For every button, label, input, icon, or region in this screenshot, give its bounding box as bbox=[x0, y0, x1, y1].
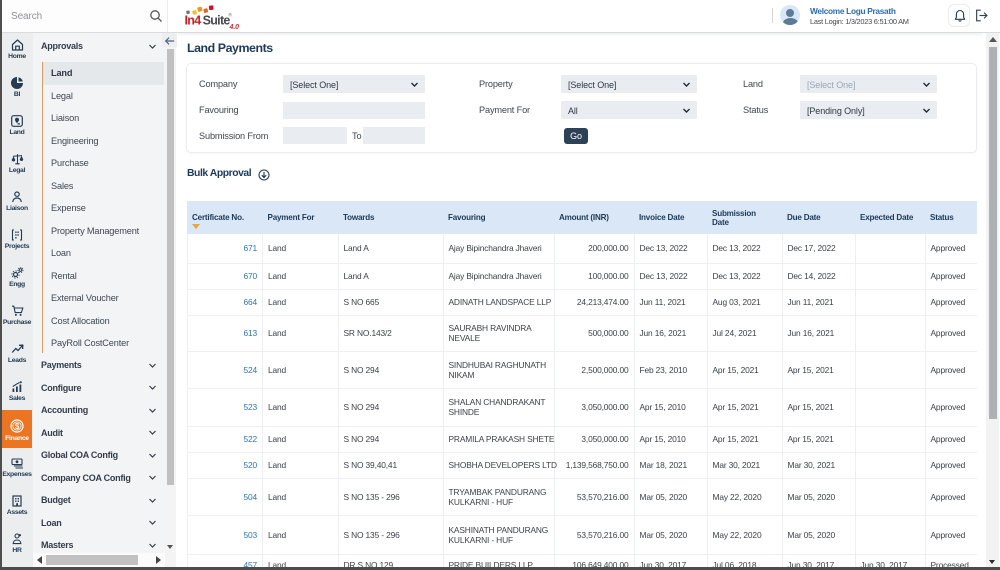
svg-text:4.0: 4.0 bbox=[229, 24, 240, 31]
svg-text:In4: In4 bbox=[185, 14, 201, 28]
svg-text:®: ® bbox=[229, 12, 233, 18]
svg-text:Suite: Suite bbox=[203, 14, 231, 28]
svg-text:$: $ bbox=[15, 422, 20, 431]
